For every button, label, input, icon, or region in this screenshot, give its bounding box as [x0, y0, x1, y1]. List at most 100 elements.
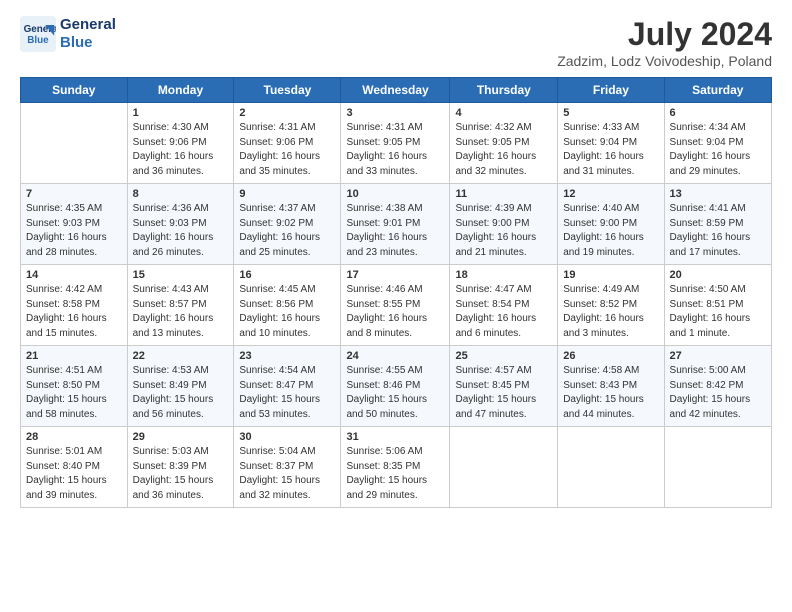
day-number: 10 — [346, 188, 444, 200]
title-block: July 2024 Zadzim, Lodz Voivodeship, Pola… — [557, 16, 772, 69]
logo-text: General Blue — [60, 16, 116, 52]
day-info: Sunrise: 4:47 AMSunset: 8:54 PMDaylight:… — [455, 283, 552, 341]
day-info: Sunrise: 4:36 AMSunset: 9:03 PMDaylight:… — [133, 202, 229, 260]
day-info: Sunrise: 5:00 AMSunset: 8:42 PMDaylight:… — [670, 364, 766, 422]
day-info: Sunrise: 4:32 AMSunset: 9:05 PMDaylight:… — [455, 121, 552, 179]
day-info: Sunrise: 4:46 AMSunset: 8:55 PMDaylight:… — [346, 283, 444, 341]
day-number: 15 — [133, 269, 229, 281]
day-number: 24 — [346, 350, 444, 362]
day-info: Sunrise: 4:42 AMSunset: 8:58 PMDaylight:… — [26, 283, 122, 341]
calendar-cell — [21, 103, 128, 184]
day-info: Sunrise: 4:31 AMSunset: 9:05 PMDaylight:… — [346, 121, 444, 179]
calendar: SundayMondayTuesdayWednesdayThursdayFrid… — [20, 77, 772, 508]
day-info: Sunrise: 5:04 AMSunset: 8:37 PMDaylight:… — [239, 445, 335, 503]
day-number: 17 — [346, 269, 444, 281]
day-info: Sunrise: 4:35 AMSunset: 9:03 PMDaylight:… — [26, 202, 122, 260]
day-info: Sunrise: 4:55 AMSunset: 8:46 PMDaylight:… — [346, 364, 444, 422]
day-info: Sunrise: 5:03 AMSunset: 8:39 PMDaylight:… — [133, 445, 229, 503]
day-number: 28 — [26, 431, 122, 443]
weekday-header-row: SundayMondayTuesdayWednesdayThursdayFrid… — [21, 78, 772, 103]
day-number: 12 — [563, 188, 658, 200]
day-number: 4 — [455, 107, 552, 119]
calendar-cell: 7Sunrise: 4:35 AMSunset: 9:03 PMDaylight… — [21, 184, 128, 265]
calendar-cell: 9 Sunrise: 4:37 AMSunset: 9:02 PMDaylight… — [234, 184, 341, 265]
calendar-cell: 17 Sunrise: 4:46 AMSunset: 8:55 PMDayligh… — [341, 265, 450, 346]
weekday-thursday: Thursday — [450, 78, 558, 103]
day-number: 9 — [239, 188, 335, 200]
day-number: 19 — [563, 269, 658, 281]
calendar-cell: 1Sunrise: 4:30 AMSunset: 9:06 PMDaylight… — [127, 103, 234, 184]
calendar-cell: 31 Sunrise: 5:06 AMSunset: 8:35 PMDayligh… — [341, 427, 450, 508]
day-info: Sunrise: 4:41 AMSunset: 8:59 PMDaylight:… — [670, 202, 766, 260]
day-number: 23 — [239, 350, 335, 362]
main-title: July 2024 — [557, 16, 772, 53]
calendar-cell: 28 Sunrise: 5:01 AMSunset: 8:40 PMDayligh… — [21, 427, 128, 508]
day-number: 25 — [455, 350, 552, 362]
day-number: 22 — [133, 350, 229, 362]
calendar-cell: 18Sunrise: 4:47 AMSunset: 8:54 PMDayligh… — [450, 265, 558, 346]
calendar-cell: 2 Sunrise: 4:31 AMSunset: 9:06 PMDaylight… — [234, 103, 341, 184]
calendar-cell — [558, 427, 664, 508]
day-info: Sunrise: 4:40 AMSunset: 9:00 PMDaylight:… — [563, 202, 658, 260]
calendar-cell: 8 Sunrise: 4:36 AMSunset: 9:03 PMDaylight… — [127, 184, 234, 265]
day-number: 6 — [670, 107, 766, 119]
day-info: Sunrise: 4:53 AMSunset: 8:49 PMDaylight:… — [133, 364, 229, 422]
weekday-monday: Monday — [127, 78, 234, 103]
week-row-4: 21 Sunrise: 4:51 AMSunset: 8:50 PMDayligh… — [21, 346, 772, 427]
weekday-sunday: Sunday — [21, 78, 128, 103]
day-number: 21 — [26, 350, 122, 362]
calendar-cell: 15Sunrise: 4:43 AMSunset: 8:57 PMDayligh… — [127, 265, 234, 346]
day-number: 27 — [670, 350, 766, 362]
calendar-cell: 20Sunrise: 4:50 AMSunset: 8:51 PMDayligh… — [664, 265, 771, 346]
subtitle: Zadzim, Lodz Voivodeship, Poland — [557, 53, 772, 69]
calendar-cell: 5Sunrise: 4:33 AMSunset: 9:04 PMDaylight… — [558, 103, 664, 184]
calendar-cell: 23 Sunrise: 4:54 AMSunset: 8:47 PMDayligh… — [234, 346, 341, 427]
day-info: Sunrise: 4:57 AMSunset: 8:45 PMDaylight:… — [455, 364, 552, 422]
day-info: Sunrise: 4:58 AMSunset: 8:43 PMDaylight:… — [563, 364, 658, 422]
week-row-2: 7Sunrise: 4:35 AMSunset: 9:03 PMDaylight… — [21, 184, 772, 265]
week-row-5: 28 Sunrise: 5:01 AMSunset: 8:40 PMDayligh… — [21, 427, 772, 508]
day-number: 8 — [133, 188, 229, 200]
day-number: 3 — [346, 107, 444, 119]
calendar-cell: 27 Sunrise: 5:00 AMSunset: 8:42 PMDayligh… — [664, 346, 771, 427]
day-info: Sunrise: 4:54 AMSunset: 8:47 PMDaylight:… — [239, 364, 335, 422]
svg-text:Blue: Blue — [27, 35, 49, 46]
day-info: Sunrise: 4:34 AMSunset: 9:04 PMDaylight:… — [670, 121, 766, 179]
day-number: 30 — [239, 431, 335, 443]
calendar-cell: 10 Sunrise: 4:38 AMSunset: 9:01 PMDayligh… — [341, 184, 450, 265]
calendar-body: 1Sunrise: 4:30 AMSunset: 9:06 PMDaylight… — [21, 103, 772, 508]
calendar-cell: 26 Sunrise: 4:58 AMSunset: 8:43 PMDayligh… — [558, 346, 664, 427]
calendar-cell: 29 Sunrise: 5:03 AMSunset: 8:39 PMDayligh… — [127, 427, 234, 508]
day-number: 14 — [26, 269, 122, 281]
weekday-friday: Friday — [558, 78, 664, 103]
day-info: Sunrise: 4:37 AMSunset: 9:02 PMDaylight:… — [239, 202, 335, 260]
day-number: 29 — [133, 431, 229, 443]
day-number: 31 — [346, 431, 444, 443]
day-number: 13 — [670, 188, 766, 200]
calendar-cell: 4 Sunrise: 4:32 AMSunset: 9:05 PMDaylight… — [450, 103, 558, 184]
day-info: Sunrise: 4:38 AMSunset: 9:01 PMDaylight:… — [346, 202, 444, 260]
day-info: Sunrise: 5:06 AMSunset: 8:35 PMDaylight:… — [346, 445, 444, 503]
day-number: 2 — [239, 107, 335, 119]
day-number: 16 — [239, 269, 335, 281]
day-number: 20 — [670, 269, 766, 281]
day-info: Sunrise: 4:31 AMSunset: 9:06 PMDaylight:… — [239, 121, 335, 179]
header: General Blue General Blue July 2024 Zadz… — [20, 16, 772, 69]
calendar-cell: 11 Sunrise: 4:39 AMSunset: 9:00 PMDayligh… — [450, 184, 558, 265]
day-info: Sunrise: 4:30 AMSunset: 9:06 PMDaylight:… — [133, 121, 229, 179]
calendar-cell: 21 Sunrise: 4:51 AMSunset: 8:50 PMDayligh… — [21, 346, 128, 427]
calendar-cell: 19 Sunrise: 4:49 AMSunset: 8:52 PMDayligh… — [558, 265, 664, 346]
day-number: 26 — [563, 350, 658, 362]
calendar-cell: 25 Sunrise: 4:57 AMSunset: 8:45 PMDayligh… — [450, 346, 558, 427]
calendar-header: SundayMondayTuesdayWednesdayThursdayFrid… — [21, 78, 772, 103]
calendar-cell: 22 Sunrise: 4:53 AMSunset: 8:49 PMDayligh… — [127, 346, 234, 427]
day-info: Sunrise: 5:01 AMSunset: 8:40 PMDaylight:… — [26, 445, 122, 503]
calendar-cell — [664, 427, 771, 508]
calendar-cell: 12 Sunrise: 4:40 AMSunset: 9:00 PMDayligh… — [558, 184, 664, 265]
day-info: Sunrise: 4:49 AMSunset: 8:52 PMDaylight:… — [563, 283, 658, 341]
day-info: Sunrise: 4:51 AMSunset: 8:50 PMDaylight:… — [26, 364, 122, 422]
day-number: 11 — [455, 188, 552, 200]
calendar-cell — [450, 427, 558, 508]
logo: General Blue General Blue — [20, 16, 116, 52]
day-info: Sunrise: 4:39 AMSunset: 9:00 PMDaylight:… — [455, 202, 552, 260]
